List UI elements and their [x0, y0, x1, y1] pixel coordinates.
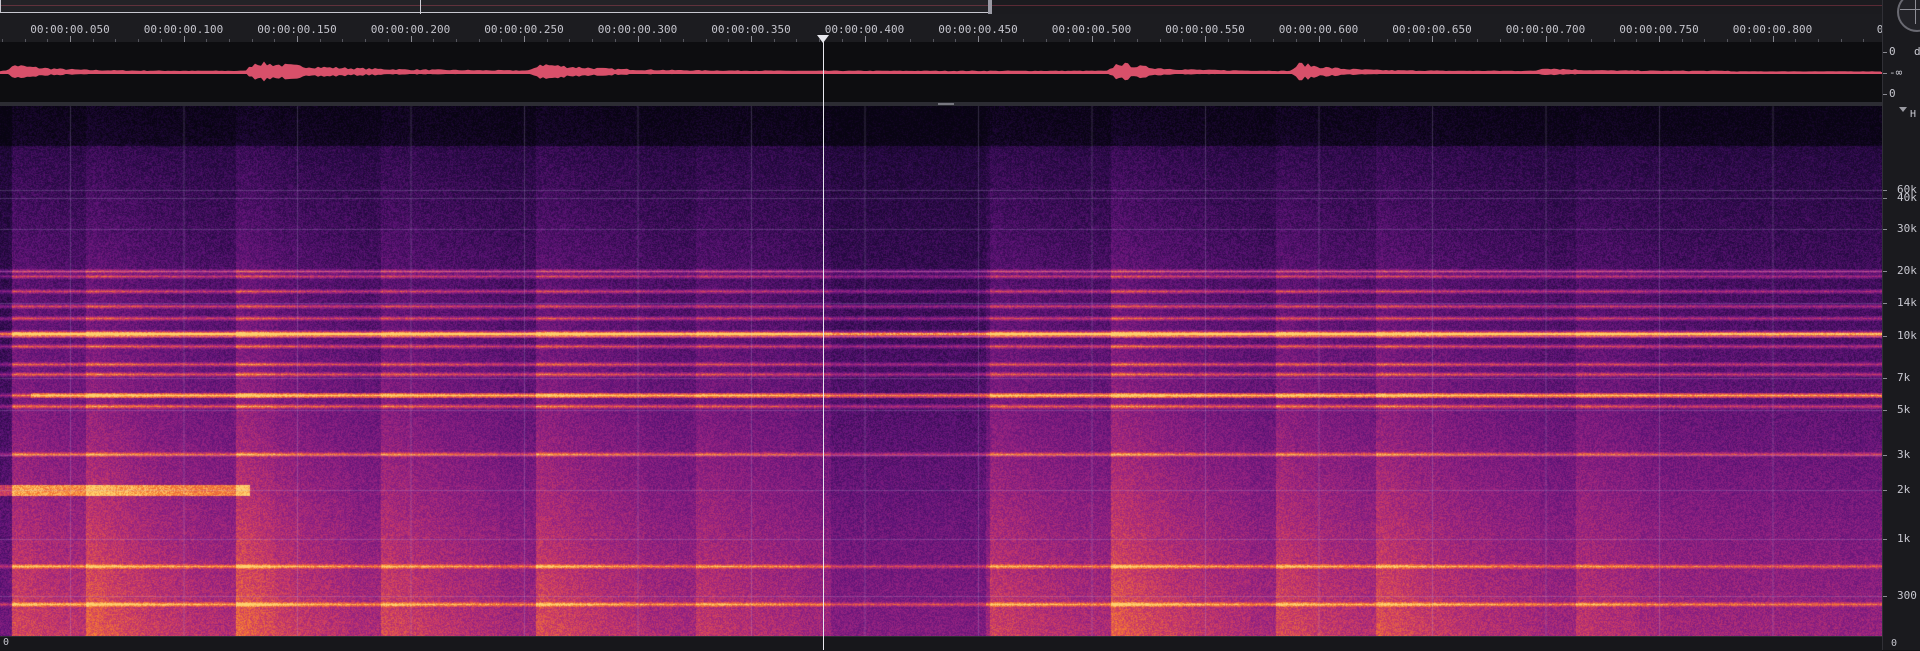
bottom-time-ruler: 0 [0, 636, 1882, 651]
crosshair-vertical [1915, 0, 1916, 24]
bottom-edge-label: 0 [2, 637, 10, 648]
frequency-scale-tick [1883, 336, 1887, 337]
spectrogram-view[interactable] [0, 106, 1882, 636]
scale-panel: 0 -∞ 0 60k 40k 30k 20k 14k 10k 7k 5k 3k 2k 1k 300 [1882, 0, 1920, 650]
frequency-scale-label: 10k [1897, 329, 1917, 342]
time-tick-label: 00:00:00.750 [1619, 23, 1699, 36]
time-tick-label: 00:00:00.600 [1278, 23, 1359, 36]
frequency-scale-tick [1883, 229, 1887, 230]
frequency-scale-label: 20k [1897, 264, 1917, 277]
divider-grip-handle[interactable] [938, 103, 954, 105]
time-tick-label: 00:00:00.800 [1732, 23, 1813, 36]
time-ruler[interactable]: 00:00:00.050 00:00:00.100 00:00:00.150 00:0… [0, 14, 1903, 43]
frequency-scale-label: 7k [1897, 371, 1911, 384]
overview-range-handle[interactable] [988, 0, 992, 14]
time-tick-label: 00:00:00.700 [1505, 23, 1586, 36]
bottom-edge-label: 0 [1890, 638, 1898, 649]
playhead-line [823, 42, 824, 650]
waveform-plot [0, 61, 1882, 82]
time-tick-label: 00:00:00.050 [30, 23, 110, 36]
frequency-scale-label: 40k [1897, 191, 1917, 204]
time-tick-label: 00:00:00.400 [824, 23, 905, 36]
overview-navigator[interactable] [0, 0, 1890, 15]
frequency-scale-tick [1883, 596, 1887, 597]
frequency-scale-tick [1883, 190, 1887, 191]
waveform-envelope [0, 61, 1881, 82]
frequency-scale-tick [1883, 410, 1887, 411]
time-tick-label: 00:00:00.500 [1051, 23, 1132, 36]
amplitude-scale-label: -∞ [1889, 66, 1903, 79]
time-tick-label: 00:00:00.300 [597, 23, 678, 36]
amplitude-scale-tick [1883, 94, 1887, 95]
frequency-scale-label: 30k [1897, 222, 1917, 235]
overview-playhead-mark [420, 0, 421, 14]
frequency-scale-tick [1883, 303, 1887, 304]
amplitude-scale-tick [1883, 73, 1887, 74]
time-tick-label: 00:00:00.450 [938, 23, 1018, 36]
waveform-view[interactable] [0, 42, 1882, 102]
time-tick-label: 00:00:00.250 [484, 23, 564, 36]
frequency-scale-tick [1883, 271, 1887, 272]
frequency-scale-tick [1883, 490, 1887, 491]
frequency-scale-label: 1k [1897, 532, 1911, 545]
frequency-scale-tick [1883, 378, 1887, 379]
time-tick-label: 00:00:00.350 [711, 23, 791, 36]
amplitude-scale-label: 0 [1889, 45, 1896, 58]
frequency-scale-tick [1883, 198, 1887, 199]
amplitude-scale-label: 0 [1889, 87, 1896, 100]
time-tick-label: 00:00:00.100 [143, 23, 224, 36]
frequency-scale-label: 2k [1897, 483, 1911, 496]
frequency-scale-label: 5k [1897, 403, 1911, 416]
time-tick-label: 00:00:00.650 [1392, 23, 1472, 36]
overview-visible-range[interactable] [0, 0, 992, 13]
spectrogram-canvas [0, 106, 1882, 636]
frequency-unit-label: H [1910, 109, 1917, 120]
crosshair-horizontal [1900, 9, 1920, 10]
frequency-scale-label: 14k [1897, 296, 1917, 309]
frequency-scale-label: 300 [1897, 589, 1917, 602]
frequency-scale-tick [1883, 455, 1887, 456]
frequency-scale-tick [1883, 539, 1887, 540]
frequency-scale-label: 3k [1897, 448, 1911, 461]
scroll-up-icon[interactable] [1899, 107, 1907, 112]
time-tick-label: 00:00:00.200 [370, 23, 451, 36]
time-tick-label: 00:00:00.150 [257, 23, 337, 36]
amplitude-unit-label: d [1914, 45, 1920, 58]
time-tick-label: 00:00:00.550 [1165, 23, 1245, 36]
amplitude-scale-tick [1883, 52, 1887, 53]
